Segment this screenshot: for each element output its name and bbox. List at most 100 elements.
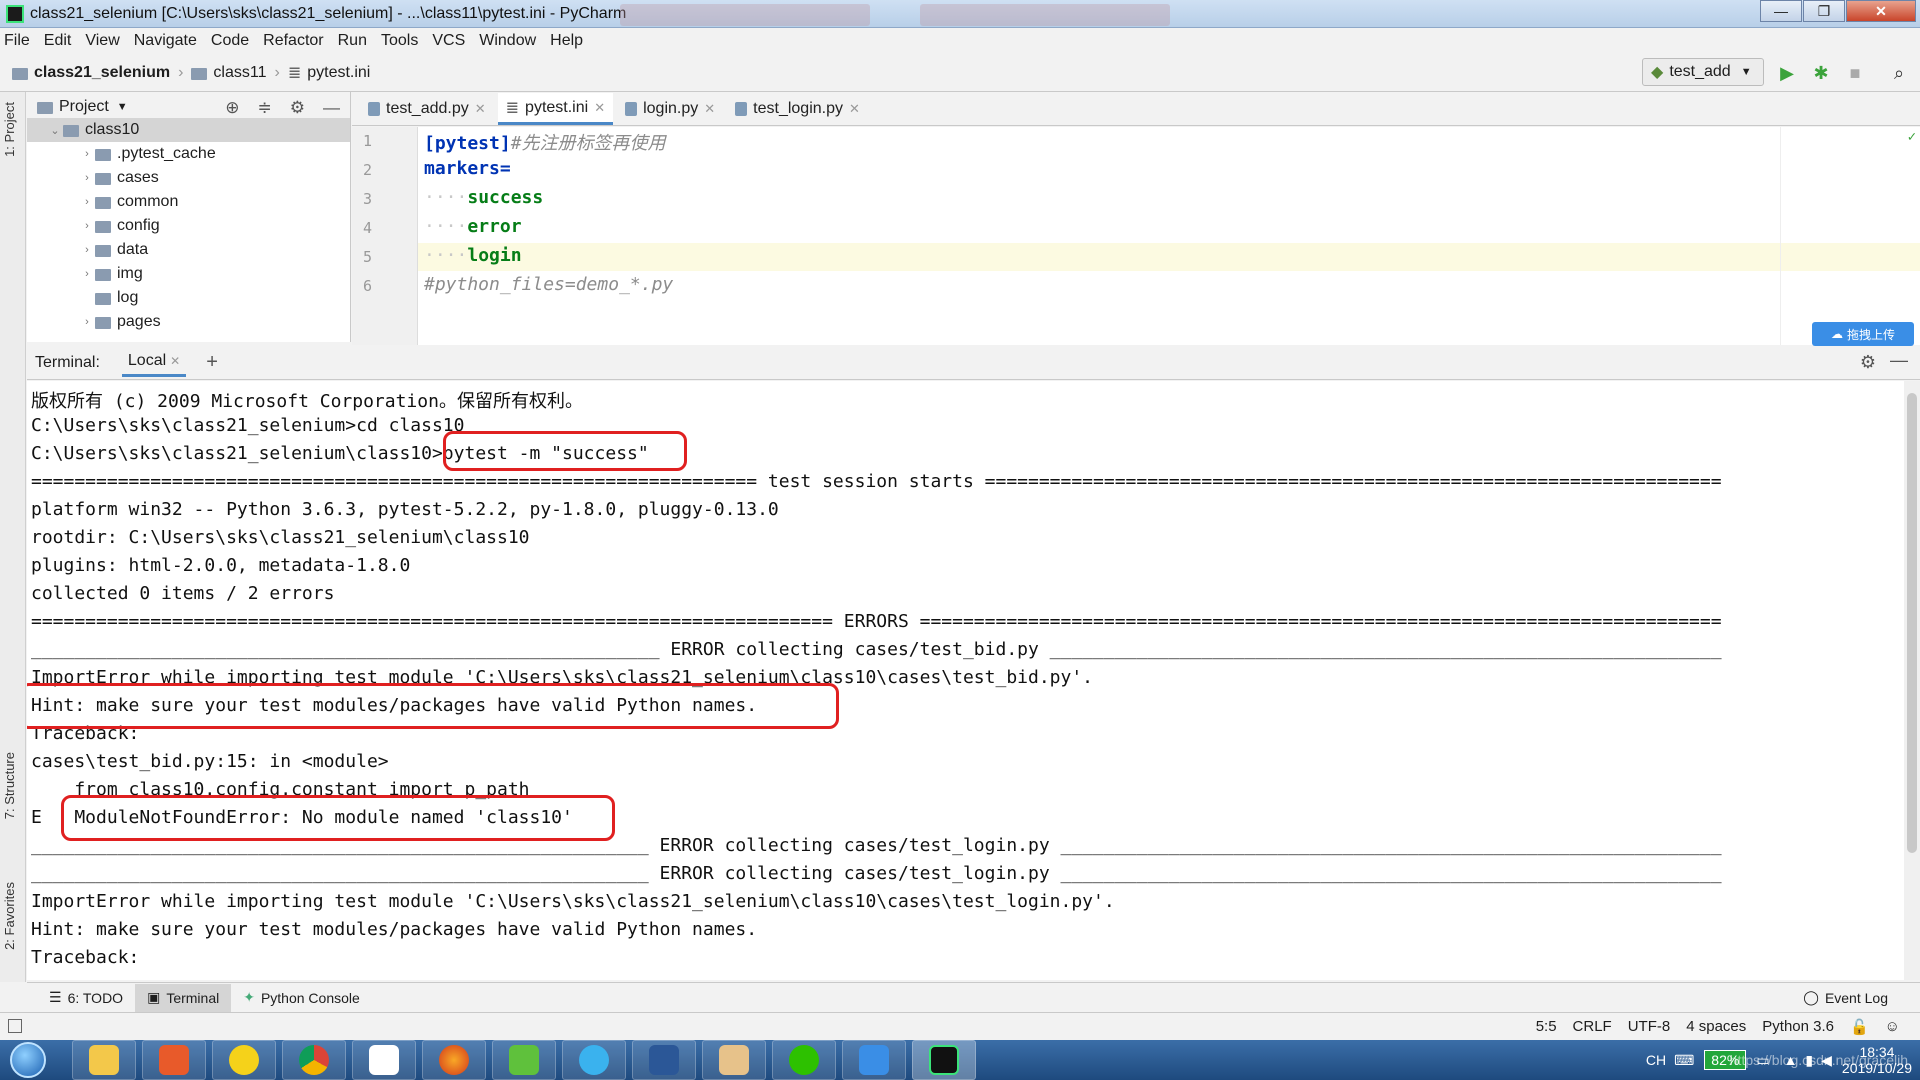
stop-icon[interactable]: ■ — [1844, 62, 1866, 84]
chevron-right-icon[interactable]: › — [79, 220, 95, 232]
tree-item-pages[interactable]: › pages — [27, 310, 350, 334]
tree-item-log[interactable]: log — [27, 286, 350, 310]
breadcrumb-file[interactable]: pytest.ini — [307, 64, 370, 82]
close-icon[interactable]: ✕ — [704, 101, 715, 117]
menu-file[interactable]: File — [4, 32, 30, 50]
chevron-right-icon[interactable]: › — [79, 244, 95, 256]
breadcrumb-folder[interactable]: class11 — [213, 64, 266, 82]
tree-item-cases[interactable]: › cases — [27, 166, 350, 190]
taskbar-firefox[interactable] — [422, 1040, 486, 1080]
maximize-button[interactable]: ❐ — [1803, 0, 1845, 22]
upload-button[interactable]: ☁ 拖拽上传 — [1812, 322, 1914, 346]
chevron-right-icon[interactable]: › — [79, 196, 95, 208]
terminal-scrollbar[interactable] — [1904, 381, 1920, 980]
taskbar-pdf[interactable] — [142, 1040, 206, 1080]
chevron-right-icon[interactable]: › — [79, 316, 95, 328]
taskbar-explorer[interactable] — [72, 1040, 136, 1080]
tree-item-common[interactable]: › common — [27, 190, 350, 214]
line-separator[interactable]: CRLF — [1573, 1018, 1612, 1035]
tab-terminal[interactable]: ▣ Terminal — [135, 983, 232, 1012]
taskbar-pycharm[interactable] — [912, 1040, 976, 1080]
tree-item-data[interactable]: › data — [27, 238, 350, 262]
menu-navigate[interactable]: Navigate — [134, 32, 197, 50]
tab-label: login.py — [643, 100, 699, 117]
favorites-tool-tab[interactable]: 2: Favorites — [2, 882, 17, 950]
menu-view[interactable]: View — [85, 32, 119, 50]
chevron-down-icon[interactable]: ▼ — [117, 101, 128, 113]
chevron-right-icon[interactable]: › — [79, 268, 95, 280]
taskbar-wechat[interactable] — [772, 1040, 836, 1080]
collapse-all-icon[interactable]: ≑ — [258, 98, 272, 118]
close-icon[interactable]: ✕ — [475, 101, 486, 117]
run-icon[interactable]: ▶ — [1776, 62, 1798, 84]
project-panel-title[interactable]: Project — [59, 98, 109, 116]
menu-run[interactable]: Run — [338, 32, 367, 50]
cursor-position[interactable]: 5:5 — [1536, 1018, 1557, 1035]
start-button[interactable] — [0, 1040, 56, 1080]
taskbar-browser[interactable] — [562, 1040, 626, 1080]
scrollbar-thumb[interactable] — [1907, 393, 1917, 853]
file-encoding[interactable]: UTF-8 — [1628, 1018, 1671, 1035]
chevron-right-icon[interactable]: › — [79, 148, 95, 160]
menu-refactor[interactable]: Refactor — [263, 32, 323, 50]
tab-test-add[interactable]: test_add.py ✕ — [360, 93, 494, 125]
locate-icon[interactable]: ⊕ — [225, 98, 239, 118]
tree-item-class10[interactable]: ⌄ class10 — [27, 118, 350, 142]
tab-label: 6: TODO — [67, 989, 124, 1006]
code-editor[interactable]: 1 2 3 4 5 6 [pytest]#先注册标签再使用 markers= ·… — [352, 127, 1920, 345]
terminal-output[interactable]: 版权所有 (c) 2009 Microsoft Corporation。保留所有… — [27, 381, 1920, 980]
tree-item-pytest-cache[interactable]: › .pytest_cache — [27, 142, 350, 166]
tab-login[interactable]: login.py ✕ — [617, 93, 723, 125]
chevron-right-icon[interactable]: › — [79, 172, 95, 184]
project-tool-tab[interactable]: 1: Project — [2, 102, 17, 157]
minimize-button[interactable]: — — [1760, 0, 1802, 22]
menu-edit[interactable]: Edit — [44, 32, 72, 50]
debug-icon[interactable]: ✱ — [1810, 62, 1832, 84]
taskbar-baidu-netdisk[interactable] — [352, 1040, 416, 1080]
indent-setting[interactable]: 4 spaces — [1686, 1018, 1746, 1035]
gear-icon[interactable]: ⚙ — [290, 98, 305, 118]
folder-icon — [63, 125, 79, 137]
layout-toggle-icon[interactable] — [8, 1019, 22, 1033]
tab-python-console[interactable]: ✦ Python Console — [231, 984, 372, 1012]
add-terminal-icon[interactable]: + — [206, 351, 218, 374]
taskbar-chrome[interactable] — [282, 1040, 346, 1080]
inspector-icon[interactable]: ☺ — [1885, 1018, 1900, 1035]
run-config-dropdown[interactable]: ◆ test_add ▼ — [1642, 58, 1764, 86]
keyboard-icon[interactable]: ⌨ — [1674, 1052, 1694, 1069]
menu-vcs[interactable]: VCS — [432, 32, 465, 50]
close-button[interactable]: ✕ — [1846, 0, 1916, 22]
background-window-tab[interactable] — [920, 4, 1170, 26]
taskbar-word[interactable] — [632, 1040, 696, 1080]
structure-tool-tab[interactable]: 7: Structure — [2, 752, 17, 819]
taskbar-media-player[interactable] — [492, 1040, 556, 1080]
menu-window[interactable]: Window — [479, 32, 536, 50]
menu-help[interactable]: Help — [550, 32, 583, 50]
chevron-down-icon[interactable]: ⌄ — [47, 124, 63, 137]
menu-code[interactable]: Code — [211, 32, 249, 50]
taskbar-video[interactable] — [842, 1040, 906, 1080]
gear-icon[interactable]: ⚙ — [1860, 352, 1876, 373]
event-log-button[interactable]: ◯ Event Log — [1791, 984, 1900, 1012]
background-window-tab[interactable] — [620, 4, 870, 26]
close-icon[interactable]: ✕ — [594, 100, 605, 116]
python-interpreter[interactable]: Python 3.6 — [1762, 1018, 1834, 1035]
taskbar-music[interactable] — [212, 1040, 276, 1080]
lock-icon[interactable]: 🔓 — [1850, 1018, 1869, 1036]
menu-tools[interactable]: Tools — [381, 32, 418, 50]
tab-test-login[interactable]: test_login.py ✕ — [727, 93, 868, 125]
pycharm-icon — [6, 4, 24, 23]
tree-item-config[interactable]: › config — [27, 214, 350, 238]
tab-todo[interactable]: ☰ 6: TODO — [37, 984, 135, 1012]
terminal-tab-local[interactable]: Local ✕ — [121, 348, 187, 377]
language-indicator[interactable]: CH — [1646, 1052, 1666, 1068]
tab-pytest-ini[interactable]: ≣ pytest.ini ✕ — [497, 93, 614, 125]
close-icon[interactable]: ✕ — [849, 101, 860, 117]
hide-icon[interactable]: — — [323, 98, 340, 118]
taskbar-paint[interactable] — [702, 1040, 766, 1080]
close-icon[interactable]: ✕ — [170, 354, 180, 368]
breadcrumb-project[interactable]: class21_selenium — [34, 64, 170, 82]
tree-item-img[interactable]: › img — [27, 262, 350, 286]
hide-icon[interactable]: — — [1890, 350, 1908, 371]
search-icon[interactable]: ⌕ — [1888, 62, 1910, 84]
